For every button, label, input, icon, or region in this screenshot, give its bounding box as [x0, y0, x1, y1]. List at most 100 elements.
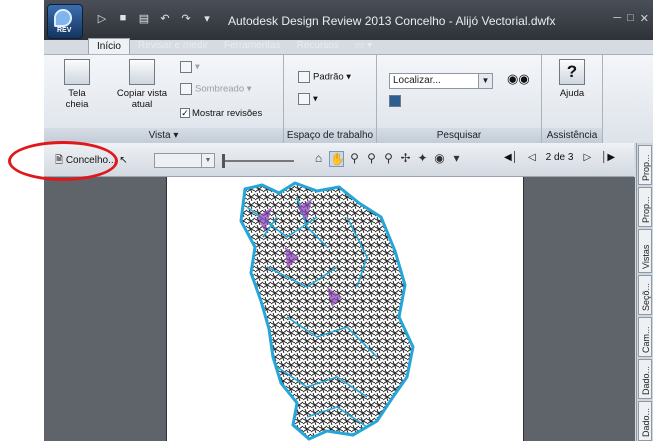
copy-view-button[interactable]: Copiar vista atual — [114, 59, 170, 110]
side-tab-properties-2[interactable]: Prop... — [638, 187, 652, 227]
copy-view-label: Copiar vista — [116, 88, 168, 99]
last-page-icon[interactable]: │▶ — [601, 152, 615, 163]
full-screen-label: Tela cheia — [65, 88, 89, 110]
side-tab-label: Dado... — [641, 407, 651, 437]
group-assistencia: ? Ajuda Assistência — [542, 55, 603, 143]
open-icon[interactable]: ▷ — [96, 12, 108, 25]
drawing-page[interactable] — [166, 177, 524, 441]
map-drawing — [239, 181, 415, 441]
group-pesquisar-title: Pesquisar — [377, 128, 541, 143]
quick-access-toolbar: ▷ ■ ▤ ↶ ↷ ▾ — [96, 12, 213, 25]
select-cursor-icon[interactable]: ↖ — [119, 155, 127, 166]
side-tab-secoes[interactable]: Seçõ... — [638, 275, 652, 315]
full-screen-icon — [64, 59, 90, 85]
search-input[interactable]: Localizar... ▼ — [389, 73, 493, 89]
copy-view-label-2: atual — [131, 99, 153, 110]
print-icon[interactable]: ▤ — [138, 12, 150, 25]
undo-icon[interactable]: ↶ — [159, 12, 171, 25]
page-indicator: 2 de 3 — [545, 152, 574, 163]
side-tab-label: Dado... — [641, 365, 651, 395]
previous-page-icon[interactable]: ◁ — [528, 152, 536, 163]
redo-icon[interactable]: ↷ — [180, 12, 192, 25]
tab-inicio[interactable]: Início — [88, 38, 130, 54]
show-markups-label: Mostrar revisões — [192, 108, 263, 119]
page-navigator: ◀│ ◁ 2 de 3 ▷ │▶ — [504, 152, 615, 163]
zoom-window-icon[interactable]: ⚲ — [365, 151, 378, 167]
tab-ferramentas[interactable]: Ferramentas — [216, 38, 289, 54]
next-page-icon[interactable]: ▷ — [583, 152, 591, 163]
markup-combo[interactable]: ▼ — [154, 153, 215, 168]
side-tab-properties-1[interactable]: Prop... — [638, 145, 652, 185]
first-page-icon[interactable]: ◀│ — [504, 152, 518, 163]
app-logo-icon — [54, 9, 72, 27]
close-icon[interactable]: ✕ — [640, 12, 649, 25]
tab-recursos[interactable]: Recursos — [289, 38, 347, 54]
group-vista: Tela cheia Copiar vista atual ▾ Sombread… — [44, 55, 284, 143]
fit-icon[interactable]: ⚲ — [382, 151, 395, 167]
highlight-annotation-circle — [8, 141, 118, 181]
ribbon-tabs: Início Revisar e medir Ferramentas Recur… — [88, 38, 380, 54]
shaded-icon — [180, 83, 192, 95]
side-tab-label: Vistas — [641, 244, 651, 269]
chevron-down-icon[interactable]: ▼ — [201, 154, 214, 167]
title-bar: REV ▷ ■ ▤ ↶ ↷ ▾ Autodesk Design Review 2… — [44, 0, 653, 54]
window-controls: ─ □ ✕ — [613, 12, 649, 25]
app-badge: REV — [57, 27, 72, 34]
group-assistencia-title: Assistência — [542, 128, 602, 143]
shaded-button[interactable]: Sombreado ▾ — [180, 83, 252, 95]
show-markups-checkbox[interactable]: ✓ Mostrar revisões — [180, 108, 262, 119]
side-tab-label: Prop... — [641, 154, 651, 181]
steering-wheel-icon[interactable]: ◉ — [433, 151, 446, 167]
help-label: Ajuda — [559, 88, 585, 99]
help-icon: ? — [559, 59, 585, 85]
chevron-down-icon[interactable]: ▼ — [478, 74, 492, 88]
drawing-canvas[interactable] — [44, 177, 635, 441]
group-pesquisar: Localizar... ▼ ◉◉ Pesquisar — [377, 55, 542, 143]
group-espaco-title: Espaço de trabalho — [284, 128, 376, 143]
checkmark-icon: ✓ — [180, 108, 190, 119]
binoculars-icon[interactable]: ◉◉ — [507, 71, 530, 87]
side-tab-label: Prop... — [641, 196, 651, 223]
zoom-icon[interactable]: ⚲ — [348, 151, 361, 167]
side-tab-camadas[interactable]: Cam... — [638, 317, 652, 357]
workspace-icon — [298, 71, 310, 83]
tools-dropdown-icon[interactable]: ▾ — [450, 151, 463, 167]
search-options-icon — [389, 95, 401, 107]
cube-button[interactable]: ▾ — [180, 61, 200, 73]
application-menu-button[interactable]: REV — [47, 4, 83, 39]
workspace-layout-button[interactable]: ▾ — [298, 93, 318, 105]
layout-icon — [298, 93, 310, 105]
help-button[interactable]: ? Ajuda — [556, 59, 588, 99]
workspace-label: Padrão — [313, 71, 344, 83]
vista-title-label: Vista — [148, 130, 171, 141]
workspace-dropdown[interactable]: Padrão ▾ — [298, 71, 351, 83]
full-screen-button[interactable]: Tela cheia — [58, 59, 96, 110]
zoom-slider[interactable] — [222, 154, 294, 168]
cube-icon — [180, 61, 192, 73]
shaded-label: Sombreado — [195, 83, 245, 95]
document-toolbar: 🗎 Concelho... ↖ ▼ ⌂ ✋ ⚲ ⚲ ⚲ ✢ ✦ ◉ ▾ ◀│ ◁… — [44, 143, 634, 177]
qat-dropdown-icon[interactable]: ▾ — [201, 12, 213, 25]
side-tab-vistas[interactable]: Vistas — [638, 229, 652, 273]
navigation-tools: ⌂ ✋ ⚲ ⚲ ⚲ ✢ ✦ ◉ ▾ — [312, 151, 463, 167]
copy-view-icon — [129, 59, 155, 85]
tab-revisar[interactable]: Revisar e medir — [130, 38, 216, 54]
save-icon[interactable]: ■ — [117, 12, 129, 25]
pan-hand-icon[interactable]: ✋ — [329, 151, 345, 167]
side-tab-dados-1[interactable]: Dado... — [638, 359, 652, 399]
tab-extra[interactable]: ▭ ▾ — [347, 38, 380, 54]
slider-handle[interactable] — [222, 154, 225, 168]
group-espaco: Padrão ▾ ▾ Espaço de trabalho — [284, 55, 377, 143]
search-value: Localizar... — [393, 75, 441, 86]
walk-icon[interactable]: ✦ — [416, 151, 429, 167]
home-icon[interactable]: ⌂ — [312, 151, 325, 167]
side-panel-tabs: Prop... Prop... Vistas Seçõ... Cam... Da… — [636, 143, 653, 441]
app-window: REV ▷ ■ ▤ ↶ ↷ ▾ Autodesk Design Review 2… — [44, 0, 653, 441]
orbit-icon[interactable]: ✢ — [399, 151, 412, 167]
maximize-icon[interactable]: □ — [627, 12, 634, 25]
search-options-button[interactable] — [389, 95, 404, 107]
group-vista-title[interactable]: Vista ▾ — [44, 128, 283, 143]
side-tab-label: Cam... — [641, 326, 651, 353]
minimize-icon[interactable]: ─ — [613, 12, 621, 25]
side-tab-dados-2[interactable]: Dado... — [638, 401, 652, 441]
